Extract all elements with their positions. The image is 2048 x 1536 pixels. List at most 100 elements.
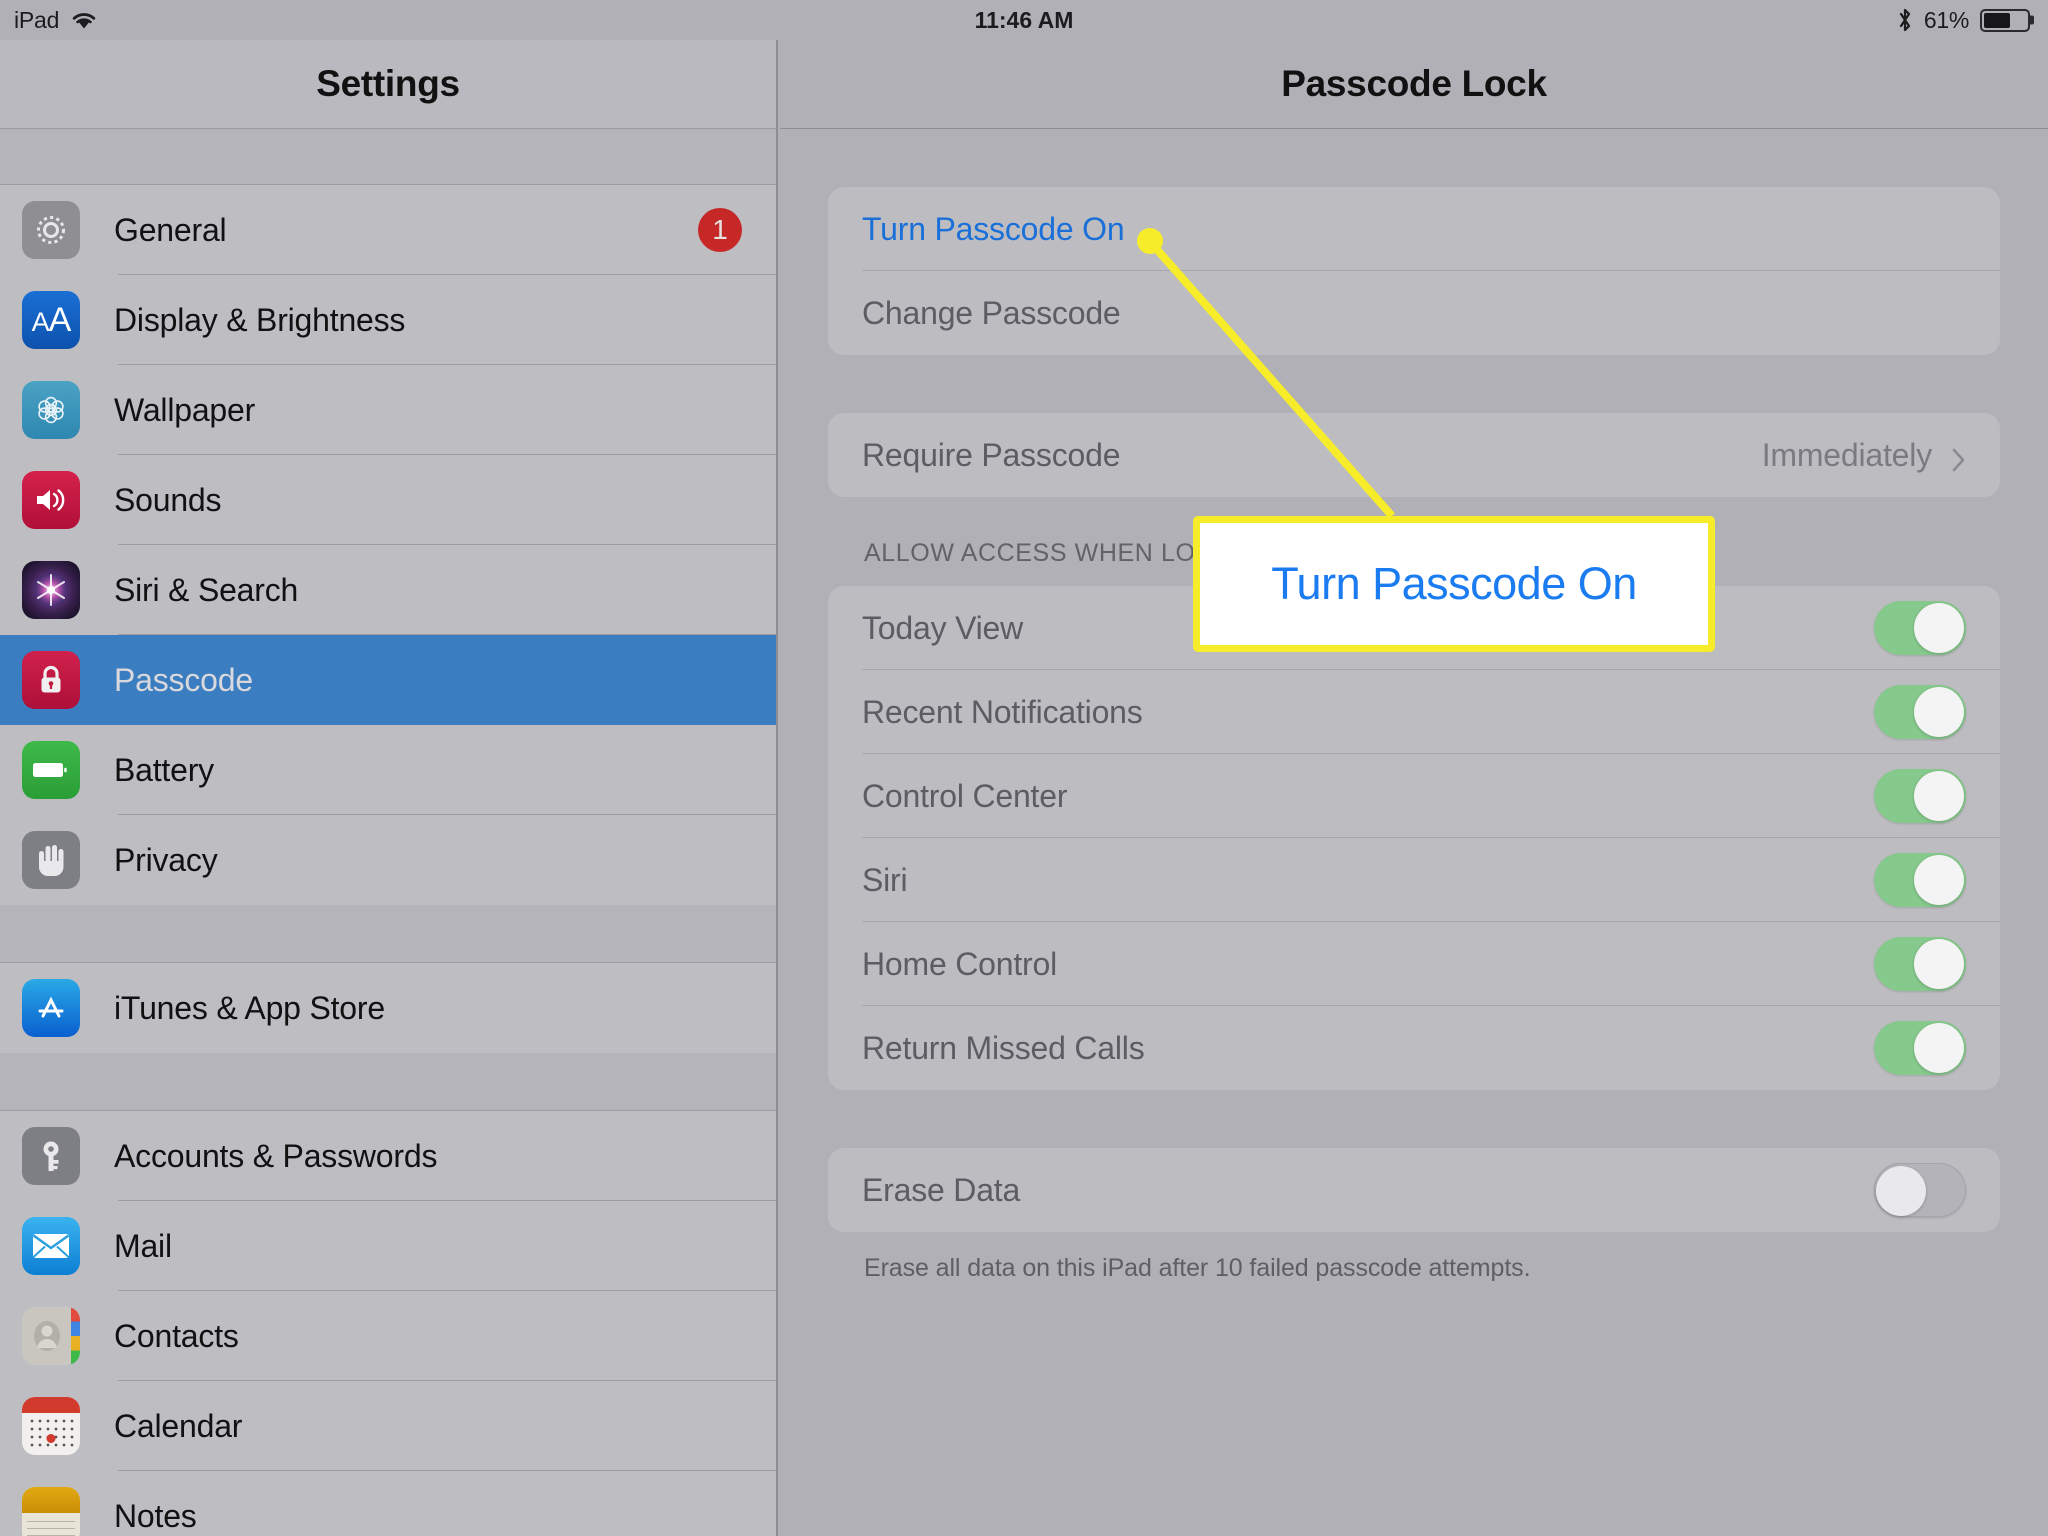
chevron-right-icon [1952,443,1966,472]
return-missed-calls-toggle[interactable] [1874,1021,1966,1075]
siri-icon [22,561,80,619]
sidebar-item-privacy[interactable]: Privacy [0,815,776,905]
status-bar-clock: 11:46 AM [974,6,1074,33]
sidebar-item-label: Accounts & Passwords [114,1137,438,1174]
require-passcode-value-group: Immediately [1762,437,1966,474]
home-control-toggle[interactable] [1874,937,1966,991]
calendar-header-bar [22,1397,80,1413]
sidebar-item-accounts-passwords[interactable]: Accounts & Passwords [0,1111,776,1201]
ipad-screen: iPad 11:46 AM 61% Settings General 1 AA … [0,0,2048,1536]
return-missed-calls-row[interactable]: Return Missed Calls [828,1006,2000,1090]
require-passcode-value: Immediately [1761,436,1933,473]
status-bar: iPad 11:46 AM 61% [0,0,2048,40]
sidebar-group-gap [0,1053,776,1111]
contacts-tabs [71,1307,80,1365]
siri-row[interactable]: Siri [828,838,2000,922]
sidebar-item-label: Siri & Search [114,571,299,608]
today-view-label: Today View [862,609,1024,646]
notes-icon [22,1487,80,1536]
main-header: Passcode Lock [780,40,2048,129]
calendar-today-dot [46,1434,56,1443]
status-bar-right: 61% [1897,7,2034,34]
home-control-row[interactable]: Home Control [828,922,2000,1006]
erase-data-toggle[interactable] [1874,1163,1966,1217]
aa-glyph: AA [31,300,72,339]
key-icon [22,1127,80,1185]
control-center-label: Control Center [862,777,1068,814]
change-passcode-row[interactable]: Change Passcode [828,271,2000,355]
siri-toggle[interactable] [1874,853,1966,907]
top-spacer [828,129,2000,187]
flower-icon [22,381,80,439]
gear-icon [22,201,80,259]
sidebar-item-label: iTunes & App Store [114,989,385,1026]
sidebar-item-general[interactable]: General 1 [0,185,776,275]
sidebar-item-label: Calendar [114,1407,243,1444]
sidebar-item-wallpaper[interactable]: Wallpaper [0,365,776,455]
recent-notifications-label: Recent Notifications [862,693,1143,730]
app-store-icon [22,979,80,1037]
recent-notifications-toggle[interactable] [1874,685,1966,739]
page-title: Passcode Lock [1281,63,1547,104]
control-center-toggle[interactable] [1874,769,1966,823]
return-missed-calls-label: Return Missed Calls [862,1029,1145,1066]
battery-icon [1980,8,2034,32]
sidebar-item-passcode[interactable]: Passcode [0,635,776,725]
envelope-icon [22,1217,80,1275]
turn-passcode-on-row[interactable]: Turn Passcode On [828,187,2000,271]
toggle-knob [1914,603,1964,653]
bluetooth-icon [1897,7,1913,33]
speaker-icon [22,471,80,529]
lock-icon [22,651,80,709]
text-size-icon: AA [22,291,80,349]
sidebar-item-contacts[interactable]: Contacts [0,1291,776,1381]
sidebar-item-siri-search[interactable]: Siri & Search [0,545,776,635]
passcode-lock-panel: Passcode Lock Turn Passcode On Change Pa… [780,40,2048,1536]
sidebar-item-label: Passcode [114,661,253,698]
sidebar-item-label: General [114,211,227,248]
sidebar-item-label: Privacy [114,841,218,878]
battery-fill [1984,12,2010,28]
erase-data-row[interactable]: Erase Data [828,1148,2000,1232]
sidebar-group-system: General 1 AA Display & Brightness Wallpa… [0,185,776,905]
erase-data-label: Erase Data [862,1171,1021,1208]
control-center-row[interactable]: Control Center [828,754,2000,838]
sidebar-item-label: Mail [114,1227,172,1264]
sidebar-item-calendar[interactable]: Calendar [0,1381,776,1471]
sidebar-group-store: iTunes & App Store [0,963,776,1053]
sidebar-group-gap [0,905,776,963]
sidebar-item-label: Sounds [114,481,222,518]
sidebar-item-notes[interactable]: Notes [0,1471,776,1536]
turn-passcode-on-label: Turn Passcode On [862,210,1125,247]
settings-sidebar: Settings General 1 AA Display & Brightne… [0,40,778,1536]
sidebar-item-battery[interactable]: Battery [0,725,776,815]
today-view-toggle[interactable] [1874,601,1966,655]
toggle-knob [1914,1023,1964,1073]
toggle-knob [1914,771,1964,821]
toggle-knob [1876,1166,1926,1216]
sidebar-group-accounts: Accounts & Passwords Mail Contacts Calen… [0,1111,776,1536]
require-passcode-row[interactable]: Require Passcode Immediately [828,413,2000,497]
sidebar-item-label: Contacts [114,1317,239,1354]
toggle-knob [1914,855,1964,905]
require-passcode-card: Require Passcode Immediately [828,413,2000,497]
status-badge: 1 [698,208,742,252]
notes-header-bar [22,1487,80,1513]
sidebar-scroll-area[interactable]: General 1 AA Display & Brightness Wallpa… [0,129,776,1536]
hand-icon [22,831,80,889]
sidebar-item-itunes-app-store[interactable]: iTunes & App Store [0,963,776,1053]
recent-notifications-row[interactable]: Recent Notifications [828,670,2000,754]
sidebar-item-label: Wallpaper [114,391,256,428]
main-content: Turn Passcode On Change Passcode Require… [780,129,2048,1283]
sidebar-item-sounds[interactable]: Sounds [0,455,776,545]
battery-nub [2030,15,2034,25]
battery-icon [22,741,80,799]
erase-data-footer: Erase all data on this iPad after 10 fai… [864,1254,1531,1282]
sidebar-item-mail[interactable]: Mail [0,1201,776,1291]
require-passcode-label: Require Passcode [862,436,1121,473]
sidebar-title: Settings [316,63,460,104]
sidebar-item-display-brightness[interactable]: AA Display & Brightness [0,275,776,365]
sidebar-item-label: Battery [114,751,214,788]
